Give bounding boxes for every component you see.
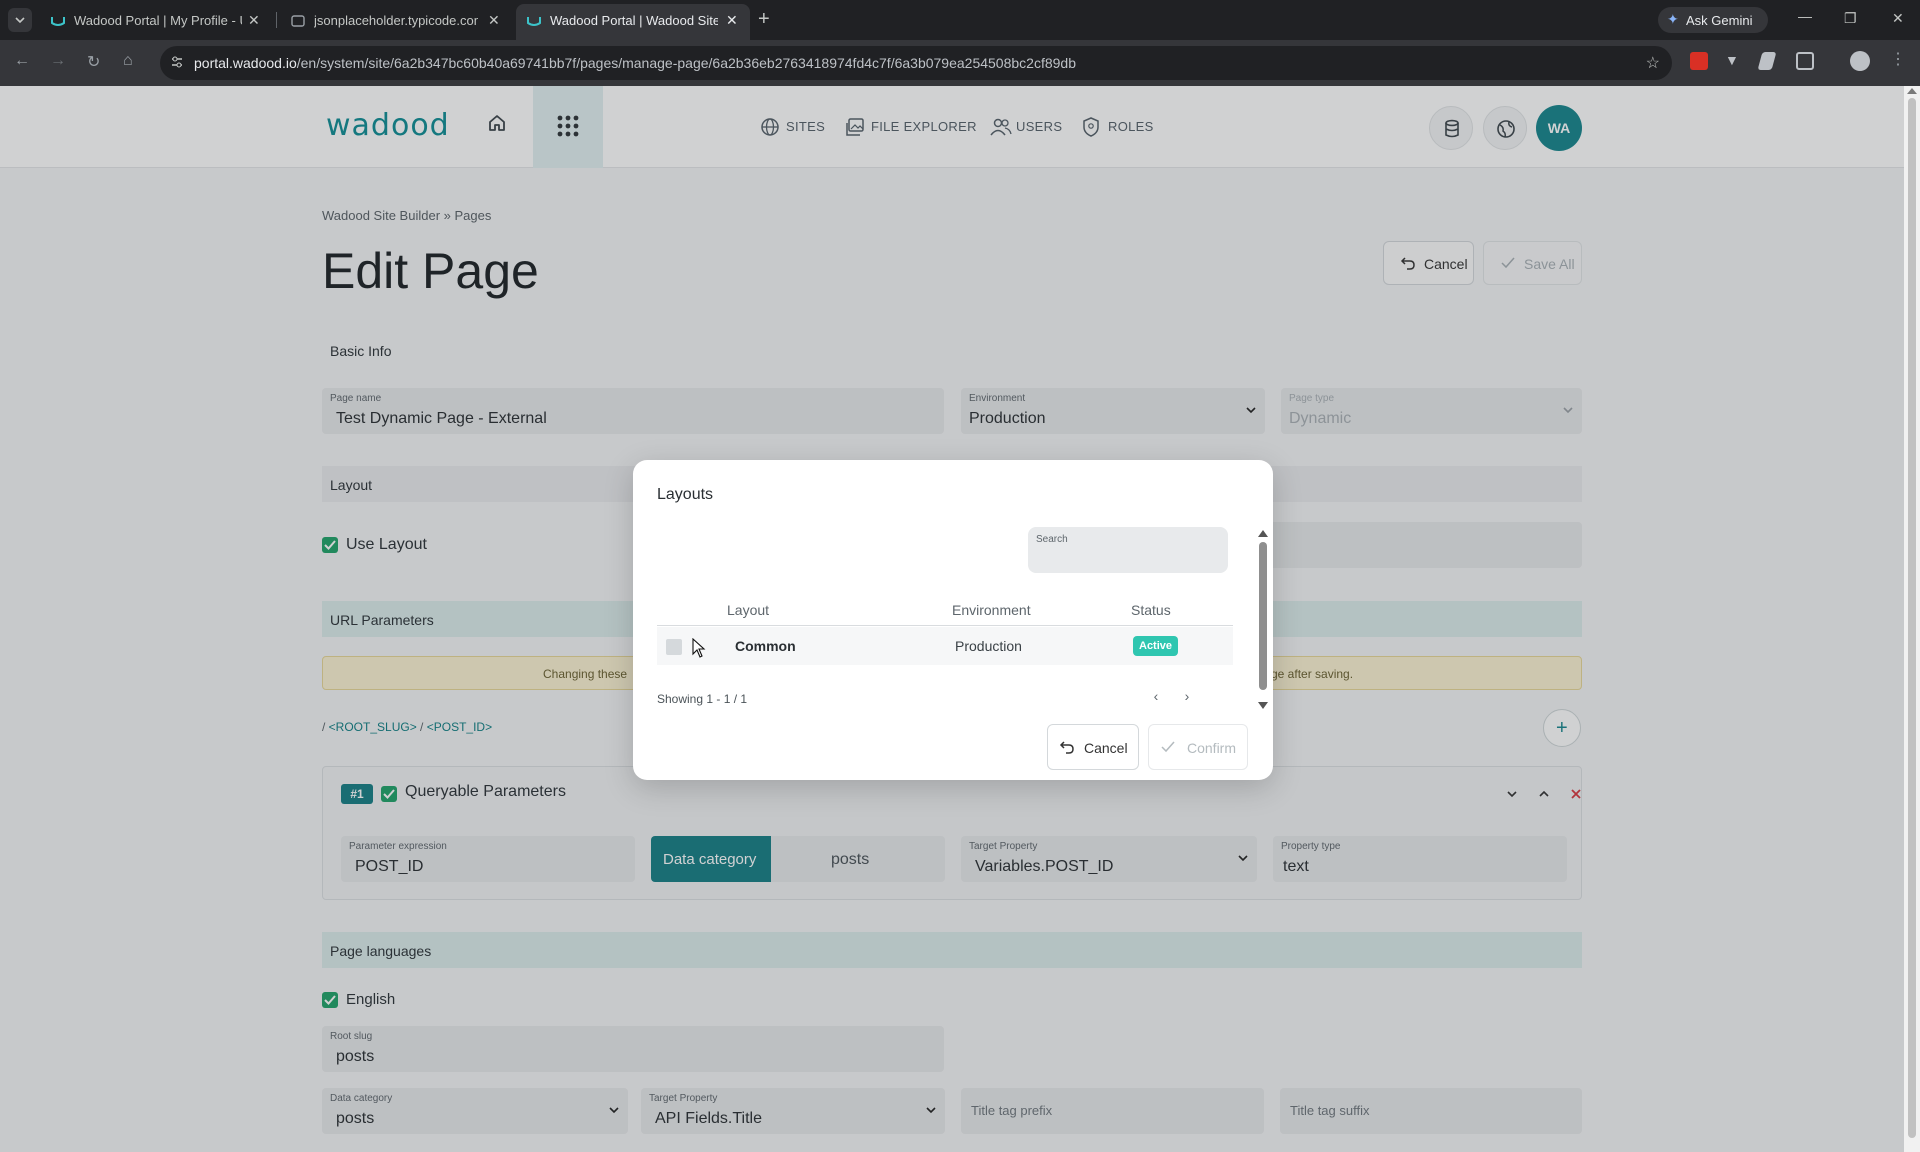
- tab-jsonplaceholder[interactable]: jsonplaceholder.typicode.com/ ✕: [280, 4, 512, 36]
- back-icon[interactable]: ←: [14, 52, 30, 70]
- column-header-layout[interactable]: Layout: [727, 602, 769, 618]
- tab-search-button[interactable]: [8, 8, 32, 32]
- dialog-title: Layouts: [657, 486, 714, 503]
- status-badge: Active: [1133, 636, 1179, 656]
- tab-title: Wadood Portal | Wadood Site B: [550, 13, 718, 28]
- close-tab-icon[interactable]: ✕: [248, 12, 260, 29]
- close-tab-icon[interactable]: ✕: [726, 12, 738, 29]
- dialog-cancel-button[interactable]: Cancel: [1047, 724, 1139, 770]
- wadood-favicon-icon: [51, 17, 65, 26]
- pagination-summary: Showing 1 - 1 / 1: [657, 692, 748, 706]
- search-input[interactable]: Search: [1028, 527, 1228, 573]
- mouse-cursor-icon: [692, 638, 706, 658]
- reload-icon[interactable]: ↻: [87, 52, 100, 72]
- minimize-icon[interactable]: —: [1798, 8, 1812, 24]
- extension-v-icon[interactable]: ▼: [1725, 52, 1743, 70]
- search-label: Search: [1036, 534, 1068, 545]
- gemini-label: Ask Gemini: [1686, 13, 1753, 28]
- dialog-cancel-label: Cancel: [1084, 740, 1128, 756]
- row-layout-name: Common: [735, 638, 796, 654]
- extension-icon[interactable]: [1690, 52, 1708, 70]
- extension-tag-icon[interactable]: [1757, 52, 1777, 70]
- scroll-up-arrow[interactable]: [1258, 530, 1268, 537]
- close-window-icon[interactable]: ✕: [1892, 10, 1904, 27]
- globe-favicon-icon: [291, 15, 305, 27]
- gemini-sparkle-icon: ✦: [1667, 11, 1679, 27]
- layouts-dialog: Layouts Search Layout Environment Status…: [633, 460, 1273, 780]
- column-header-environment[interactable]: Environment: [952, 602, 1031, 618]
- restore-icon[interactable]: ❐: [1844, 10, 1857, 27]
- page-scrollbar[interactable]: [1904, 86, 1920, 1152]
- confirm-label: Confirm: [1187, 740, 1237, 756]
- tab-title: Wadood Portal | My Profile - U: [74, 13, 242, 28]
- home-icon[interactable]: ⌂: [123, 52, 133, 70]
- table-row[interactable]: Common Production Active: [657, 627, 1233, 665]
- tab-site-builder[interactable]: Wadood Portal | Wadood Site B ✕: [516, 4, 750, 40]
- address-bar: ← → ↻ ⌂ portal.wadood.io/en/system/site/…: [0, 40, 1920, 86]
- dialog-scrollbar[interactable]: [1258, 530, 1268, 710]
- row-environment: Production: [955, 638, 1022, 654]
- url-host: portal.wadood.io: [194, 55, 297, 71]
- close-tab-icon[interactable]: ✕: [488, 12, 500, 29]
- layouts-table-header: Layout Environment Status: [657, 596, 1233, 626]
- check-icon: [1161, 741, 1175, 753]
- confirm-button[interactable]: Confirm: [1148, 724, 1248, 770]
- url-field[interactable]: portal.wadood.io/en/system/site/6a2b347b…: [160, 46, 1672, 80]
- browser-tab-bar: Wadood Portal | My Profile - U ✕ jsonpla…: [0, 0, 1920, 40]
- site-info-icon[interactable]: [170, 55, 184, 69]
- url-text: portal.wadood.io/en/system/site/6a2b347b…: [194, 55, 1076, 71]
- scroll-up-arrow[interactable]: [1907, 88, 1917, 94]
- chevron-down-icon: [15, 17, 25, 24]
- next-page-icon[interactable]: ›: [1176, 686, 1198, 708]
- previous-page-icon[interactable]: ‹: [1145, 686, 1167, 708]
- url-path: /en/system/site/6a2b347bc60b40a69741bb7f…: [296, 55, 1076, 71]
- bookmark-star-icon[interactable]: ☆: [1646, 53, 1660, 73]
- new-tab-icon[interactable]: +: [758, 8, 770, 31]
- profile-icon[interactable]: [1850, 51, 1870, 71]
- forward-icon[interactable]: →: [50, 52, 66, 70]
- row-select-checkbox[interactable]: [666, 639, 682, 655]
- scrollbar-thumb[interactable]: [1908, 98, 1916, 1138]
- tab-my-profile[interactable]: Wadood Portal | My Profile - U ✕: [40, 4, 272, 36]
- tab-title: jsonplaceholder.typicode.com/: [314, 13, 478, 28]
- ask-gemini-button[interactable]: ✦ Ask Gemini: [1658, 7, 1768, 33]
- undo-icon: [1059, 741, 1074, 754]
- wadood-favicon-icon: [527, 17, 541, 26]
- browser-menu-icon[interactable]: ⋮: [1890, 49, 1906, 69]
- column-header-status[interactable]: Status: [1131, 602, 1171, 618]
- extensions-puzzle-icon[interactable]: [1796, 52, 1814, 70]
- scroll-down-arrow[interactable]: [1258, 702, 1268, 709]
- tab-separator: [276, 12, 277, 28]
- dialog-scrollbar-thumb[interactable]: [1259, 542, 1267, 690]
